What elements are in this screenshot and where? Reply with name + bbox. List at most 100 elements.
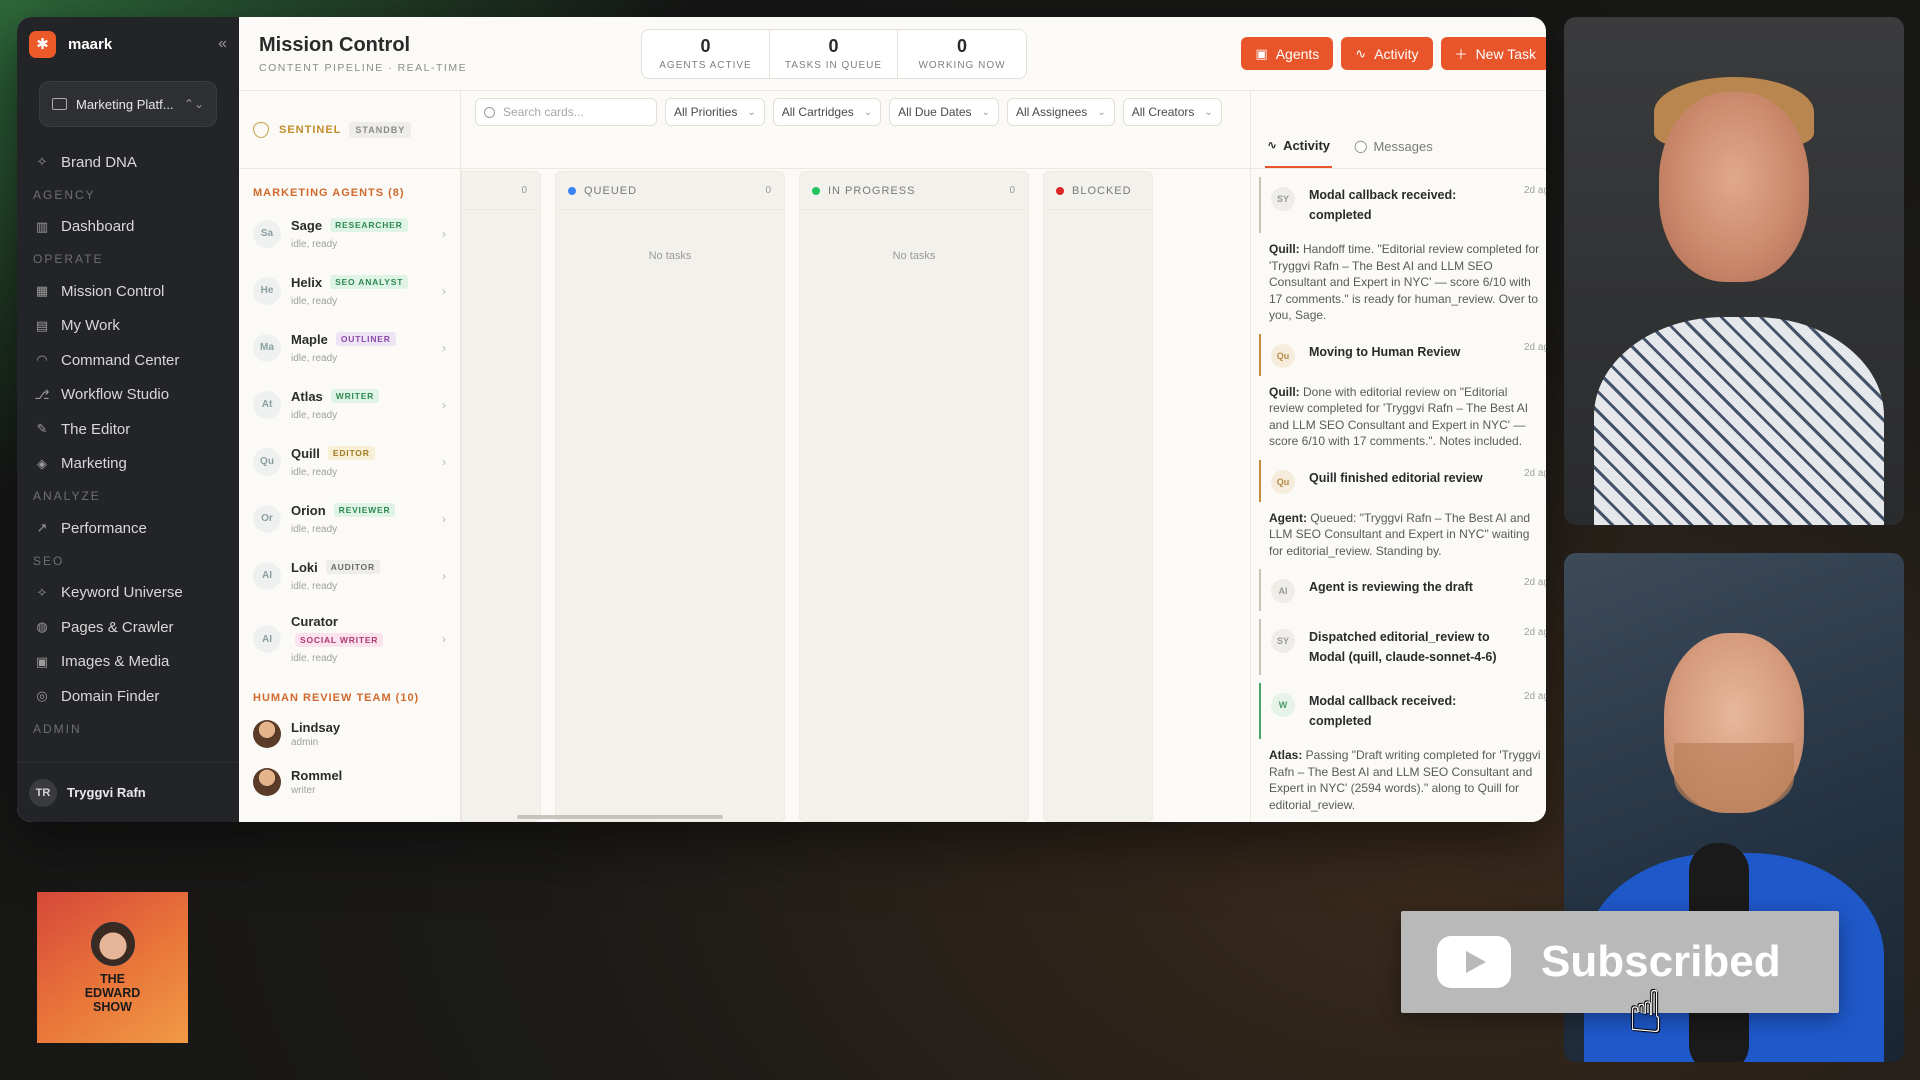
subscribed-overlay[interactable]: Subscribed — [1401, 911, 1839, 1013]
filter-label: All Priorities — [674, 105, 738, 119]
message-text: Done with editorial review on "Editorial… — [1269, 384, 1529, 449]
agent-name: Quill — [291, 445, 320, 461]
board-column-partial: 0 — [461, 171, 541, 822]
tab-activity[interactable]: ∿ Activity — [1265, 124, 1333, 168]
agent-name-row: Quill EDITOR — [291, 446, 442, 461]
sidebar-item-brand-dna[interactable]: ✧ Brand DNA — [17, 145, 239, 180]
sidebar-item-dashboard[interactable]: ▥ Dashboard — [17, 210, 239, 245]
user-profile[interactable]: TR Tryggvi Rafn — [17, 762, 239, 822]
workflow-icon: ⎇ — [34, 386, 50, 402]
column-name: IN PROGRESS — [828, 184, 916, 197]
tab-messages[interactable]: ◯ Messages — [1352, 124, 1435, 168]
event-text: Moving to Human Review — [1309, 344, 1461, 359]
humans-list: Lindsay admin Rommel writer — [239, 710, 460, 806]
message-author: Quill: — [1269, 242, 1300, 256]
filter-all-due-dates[interactable]: All Due Dates ⌄ — [889, 98, 999, 126]
activity-event[interactable]: AI Agent is reviewing the draft 2d ago — [1259, 569, 1546, 611]
agent-role-badge: AUDITOR — [325, 560, 380, 574]
event-time: 2d ago — [1524, 185, 1546, 196]
chevron-right-icon: › — [442, 511, 446, 526]
sidebar-item-domain-finder[interactable]: ◎ Domain Finder — [17, 679, 239, 714]
sidebar: ✱ maark « Marketing Platf... ⌃⌄ ✧ Brand D… — [17, 17, 239, 822]
agent-row-sage[interactable]: Sa Sage RESEARCHER idle, ready › — [239, 205, 460, 262]
agent-row-atlas[interactable]: At Atlas WRITER idle, ready › — [239, 376, 460, 433]
agent-row-quill[interactable]: Qu Quill EDITOR idle, ready › — [239, 433, 460, 490]
agent-info: Orion REVIEWER idle, ready — [291, 503, 442, 535]
agents-button[interactable]: ▣ Agents — [1241, 37, 1334, 70]
stat-value: 0 — [700, 36, 711, 56]
agent-role-badge: SEO ANALYST — [330, 275, 409, 289]
agent-name-row: Curator SOCIAL WRITER — [291, 614, 442, 647]
sidebar-item-label: Images & Media — [61, 653, 170, 671]
sidebar-item-performance[interactable]: ↗ Performance — [17, 511, 239, 546]
sidebar-item-marketing[interactable]: ◈ Marketing — [17, 447, 239, 482]
agent-status: idle, ready — [291, 653, 338, 664]
activity-event[interactable]: SY Dispatched editorial_review to Modal (… — [1259, 619, 1546, 675]
filter-all-creators[interactable]: All Creators ⌄ — [1122, 98, 1222, 126]
stat-value: 0 — [828, 36, 839, 56]
sidebar-item-workflow-studio[interactable]: ⎇ Workflow Studio — [17, 378, 239, 413]
human-row-rommel[interactable]: Rommel writer — [239, 758, 460, 806]
human-row-lindsay[interactable]: Lindsay admin — [239, 710, 460, 758]
stat-working-now: 0 WORKING NOW — [898, 30, 1026, 78]
workspace-switcher[interactable]: Marketing Platf... ⌃⌄ — [39, 81, 217, 127]
human-review-heading: HUMAN REVIEW TEAM (10) — [253, 692, 420, 704]
agent-row-curator[interactable]: AI Curator SOCIAL WRITER idle, ready › — [239, 604, 460, 674]
agent-row-maple[interactable]: Ma Maple OUTLINER idle, ready › — [239, 319, 460, 376]
chat-icon: ◯ — [1354, 139, 1368, 153]
agent-row-orion[interactable]: Or Orion REVIEWER idle, ready › — [239, 490, 460, 547]
event-time: 2d ago — [1524, 627, 1546, 638]
avatar — [253, 768, 281, 796]
column-count: 0 — [1009, 185, 1016, 196]
agent-role-badge: SOCIAL WRITER — [295, 633, 384, 647]
sidebar-item-my-work[interactable]: ▤ My Work — [17, 309, 239, 344]
sidebar-item-command-center[interactable]: ◠ Command Center — [17, 343, 239, 378]
activity-event[interactable]: Qu Quill finished editorial review 2d ago — [1259, 459, 1546, 502]
board-column-blocked: BLOCKED — [1043, 171, 1153, 822]
column-header: BLOCKED — [1044, 172, 1152, 210]
collapse-sidebar-icon[interactable]: « — [218, 35, 227, 53]
activity-panel: ∿ Activity ◯ Messages SY Modal callback r… — [1250, 91, 1546, 822]
show-title-line: SHOW — [93, 1000, 132, 1014]
button-label: New Task — [1475, 45, 1536, 62]
agent-role-badge: WRITER — [330, 389, 380, 403]
new-task-button[interactable]: ＋ New Task — [1440, 37, 1546, 70]
empty-state: No tasks — [648, 250, 692, 262]
sidebar-item-mission-control[interactable]: ▦ Mission Control — [17, 274, 239, 309]
agent-info: Quill EDITOR idle, ready — [291, 446, 442, 478]
activity-button[interactable]: ∿ Activity — [1341, 37, 1433, 70]
filter-all-assignees[interactable]: All Assignees ⌄ — [1006, 98, 1115, 126]
brand-name: maark — [68, 35, 113, 53]
tab-label: Activity — [1283, 137, 1331, 153]
human-role: writer — [291, 785, 316, 796]
agent-info: Atlas WRITER idle, ready — [291, 389, 442, 421]
search-input[interactable]: Search cards... — [475, 98, 657, 126]
brand-logo-icon[interactable]: ✱ — [29, 30, 56, 58]
agent-avatar: Or — [253, 504, 281, 533]
activity-event[interactable]: SY Modal callback received: completed 2d a… — [1259, 177, 1546, 233]
activity-message: Atlas: Passing "Draft writing completed … — [1259, 747, 1545, 822]
trend-icon: ↗ — [36, 520, 48, 536]
activity-message: Agent: Queued: "Tryggvi Rafn – The Best … — [1259, 510, 1545, 570]
agent-row-helix[interactable]: He Helix SEO ANALYST idle, ready › — [239, 262, 460, 319]
human-name: Rommel — [291, 768, 343, 783]
sidebar-item-pages-crawler[interactable]: ◍ Pages & Crawler — [17, 610, 239, 645]
agent-role-badge: REVIEWER — [333, 503, 396, 517]
sidebar-item-the-editor[interactable]: ✎ The Editor — [17, 412, 239, 447]
sidebar-item-images-media[interactable]: ▣ Images & Media — [17, 645, 239, 680]
nav-section-analyze: ANALYZE — [33, 489, 101, 503]
activity-event[interactable]: W Modal callback received: completed 2d ag… — [1259, 683, 1546, 739]
event-text: Agent is reviewing the draft — [1309, 580, 1473, 594]
sidebar-item-label: Workflow Studio — [61, 386, 170, 404]
agent-row-loki[interactable]: AI Loki AUDITOR idle, ready › — [239, 547, 460, 604]
sidebar-item-label: Marketing — [61, 455, 127, 473]
filter-all-cartridges[interactable]: All Cartridges ⌄ — [772, 98, 882, 126]
activity-event[interactable]: Qu Moving to Human Review 2d ago — [1259, 333, 1546, 376]
agent-role-badge: EDITOR — [327, 446, 375, 460]
kanban-board: Search cards... All Priorities ⌄ All Cartr… — [461, 91, 1250, 822]
horizontal-scrollbar[interactable] — [517, 815, 723, 819]
sidebar-item-label: Dashboard — [61, 218, 135, 236]
gauge-icon: ◠ — [36, 352, 48, 368]
filter-all-priorities[interactable]: All Priorities ⌄ — [665, 98, 765, 126]
sidebar-item-keyword-universe[interactable]: ✧ Keyword Universe — [17, 576, 239, 611]
